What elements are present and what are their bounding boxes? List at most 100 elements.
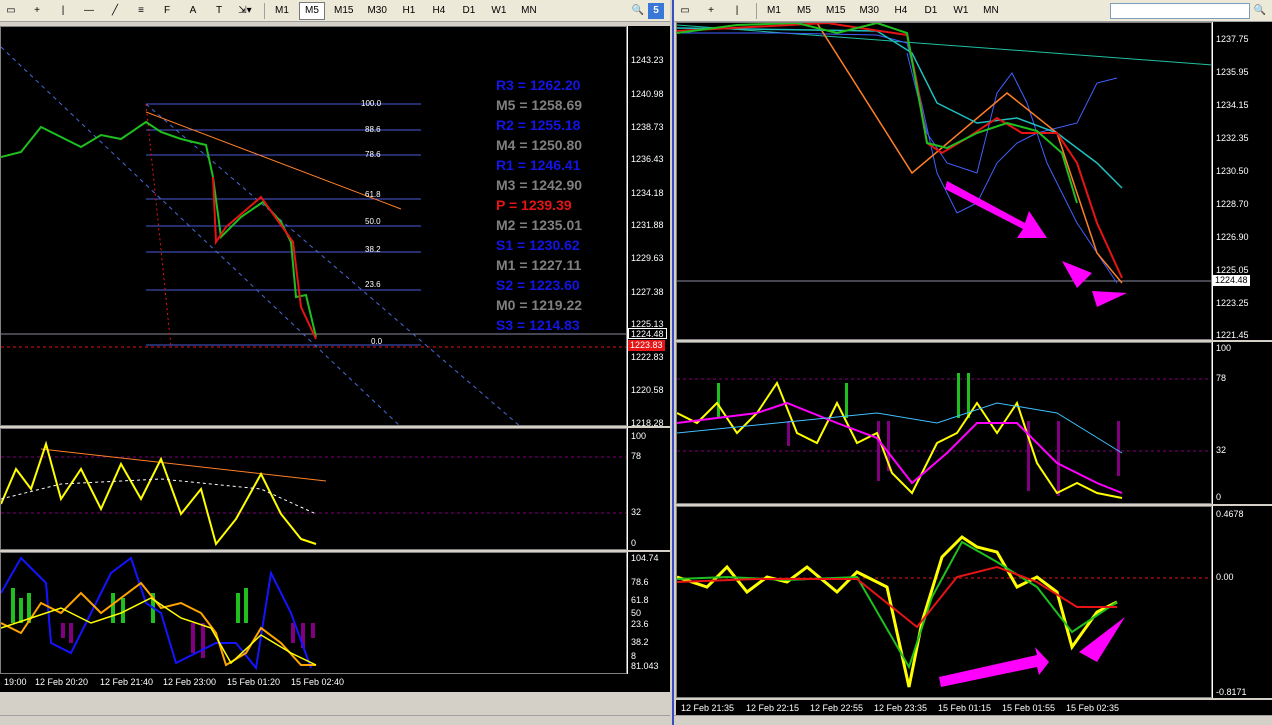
price-chart-pane[interactable]: 100.0 88.6 78.6 61.8 50.0 38.2 23.6 0.0 …	[0, 26, 627, 426]
timeframe-d1[interactable]: D1	[918, 2, 944, 20]
horizontal-line-icon[interactable]: —	[78, 2, 100, 20]
search-icon[interactable]: 🔍	[632, 5, 644, 16]
horizontal-scrollbar-right[interactable]	[674, 715, 1272, 725]
stochastic-axis-right: 100 78 32 0	[1212, 342, 1272, 504]
timeframe-m5[interactable]: M5	[299, 1, 325, 20]
price-tick: 1240.98	[631, 89, 664, 99]
timeframe-mn[interactable]: MN	[978, 2, 1004, 20]
cursor-icon[interactable]: ▭	[674, 2, 696, 20]
vertical-line-icon[interactable]: |	[726, 2, 748, 20]
toolbar-search: 🔍	[1109, 2, 1272, 19]
fib-label-61: 61.8	[365, 190, 381, 199]
price-tick: 1226.90	[1216, 232, 1249, 242]
price-tick: 1229.63	[631, 253, 664, 263]
price-tick: 1228.70	[1216, 199, 1249, 209]
crosshair-icon[interactable]: +	[700, 2, 722, 20]
timeframe-m1[interactable]: M1	[269, 2, 295, 20]
price-axis: 1243.23 1240.98 1238.73 1236.43 1234.18 …	[627, 26, 670, 428]
timeframe-m5[interactable]: M5	[791, 2, 817, 20]
osc-tick: 104.74	[631, 553, 659, 563]
price-tick: 1222.83	[631, 352, 664, 362]
time-tick: 15 Feb 02:40	[291, 677, 345, 687]
price-tick: 1234.18	[631, 188, 664, 198]
pivot-m5: M5 = 1258.69	[496, 97, 583, 113]
time-tick: 19:00	[4, 677, 27, 687]
pivot-s2: S2 = 1223.60	[496, 277, 580, 293]
stoch-tick: 100	[631, 431, 647, 441]
crosshair-icon[interactable]: +	[26, 2, 48, 20]
text-icon[interactable]: A	[182, 2, 204, 20]
time-tick: 12 Feb 23:35	[874, 703, 928, 713]
current-price-tag: 1224.48	[628, 328, 667, 339]
timeframe-h1[interactable]: H1	[396, 2, 422, 20]
price-chart-pane-right[interactable]	[676, 22, 1212, 340]
fib-label-88: 88.6	[365, 125, 381, 134]
price-axis-right: 1237.75 1235.95 1234.15 1232.35 1230.50 …	[1212, 22, 1272, 340]
stoch-tick: 78	[1216, 373, 1227, 383]
time-tick: 12 Feb 22:15	[746, 703, 800, 713]
price-tick: 1243.23	[631, 55, 664, 65]
macd-pane-right[interactable]	[676, 506, 1212, 698]
time-tick: 12 Feb 21:35	[681, 703, 735, 713]
fibonacci-icon[interactable]: F	[156, 2, 178, 20]
timeframe-m15[interactable]: M15	[821, 2, 850, 20]
time-axis: 19:00 12 Feb 20:20 12 Feb 21:40 12 Feb 2…	[0, 674, 670, 692]
oscillator-axis: 104.74 78.6 61.8 50 23.6 38.2 8 81.043	[627, 552, 670, 674]
timeframe-m1[interactable]: M1	[761, 2, 787, 20]
time-axis-right: 12 Feb 21:35 12 Feb 22:15 12 Feb 22:55 1…	[676, 700, 1272, 716]
current-price-tag: 1224.48	[1213, 275, 1250, 286]
stochastic-pane[interactable]	[0, 428, 627, 550]
toolbar-search: 🔍 5	[632, 2, 670, 19]
stoch-tick: 32	[631, 507, 642, 517]
label-icon[interactable]: T	[208, 2, 230, 20]
timeframe-h4[interactable]: H4	[888, 2, 914, 20]
vertical-line-icon[interactable]: |	[52, 2, 74, 20]
price-tick: 1218.28	[631, 418, 664, 428]
osc-tick: 38.2	[631, 637, 649, 647]
fib-label-0: 0.0	[371, 337, 383, 346]
price-tick: 1232.35	[1216, 133, 1249, 143]
pivot-m4: M4 = 1250.80	[496, 137, 583, 153]
pivot-levels-panel: R3 = 1262.20 M5 = 1258.69 R2 = 1255.18 M…	[496, 75, 626, 335]
timeframe-w1[interactable]: W1	[486, 2, 512, 20]
price-tick: 1238.73	[631, 122, 664, 132]
stochastic-pane-right[interactable]	[676, 342, 1212, 504]
arrow-icon[interactable]: ⇲▾	[234, 2, 256, 20]
timeframe-h4[interactable]: H4	[426, 2, 452, 20]
stoch-tick: 32	[1216, 445, 1227, 455]
price-tick: 1236.43	[631, 154, 664, 164]
horizontal-scrollbar[interactable]	[0, 715, 670, 725]
trendline-icon[interactable]: ╱	[104, 2, 126, 20]
osc-tick: 23.6	[631, 619, 649, 629]
pivot-s3: S3 = 1214.83	[496, 317, 580, 333]
osc-tick: 8	[631, 651, 637, 661]
price-tick: 1227.38	[631, 287, 664, 297]
stochastic-svg	[1, 440, 626, 547]
timeframe-w1[interactable]: W1	[948, 2, 974, 20]
stoch-tick: 0	[631, 538, 637, 548]
pivot-s1: S1 = 1230.62	[496, 237, 580, 253]
macd-tick: -0.8171	[1216, 687, 1247, 697]
stochastic-axis: 100 78 32 0	[627, 428, 670, 550]
osc-tick: 81.043	[631, 661, 659, 671]
timeframe-d1[interactable]: D1	[456, 2, 482, 20]
timeframe-mn[interactable]: MN	[516, 2, 542, 20]
channel-icon[interactable]: ≡	[130, 2, 152, 20]
timeframe-m30[interactable]: M30	[854, 2, 883, 20]
chart-window-left: ▭ + | — ╱ ≡ F A T ⇲▾ M1 M5 M15 M30 H1 H4…	[0, 0, 670, 725]
search-icon[interactable]: 🔍	[1254, 5, 1266, 16]
search-input[interactable]	[1109, 2, 1250, 19]
cursor-icon[interactable]: ▭	[0, 2, 22, 20]
oscillator-pane[interactable]	[0, 552, 627, 674]
stoch-tick: 0	[1216, 492, 1222, 502]
timeframe-m30[interactable]: M30	[362, 2, 391, 20]
macd-tick: 0.4678	[1216, 509, 1244, 519]
price-tick: 1221.45	[1216, 330, 1249, 340]
time-tick: 15 Feb 01:55	[1002, 703, 1056, 713]
notification-badge[interactable]: 5	[648, 2, 664, 19]
chart-toolbar: ▭ + | — ╱ ≡ F A T ⇲▾ M1 M5 M15 M30 H1 H4…	[0, 0, 670, 22]
pivot-m0: M0 = 1219.22	[496, 297, 583, 313]
chart-toolbar-right: ▭ + | M1 M5 M15 M30 H4 D1 W1 MN 🔍	[674, 0, 1272, 22]
timeframe-m15[interactable]: M15	[329, 2, 358, 20]
pivot-m2: M2 = 1235.01	[496, 217, 583, 233]
